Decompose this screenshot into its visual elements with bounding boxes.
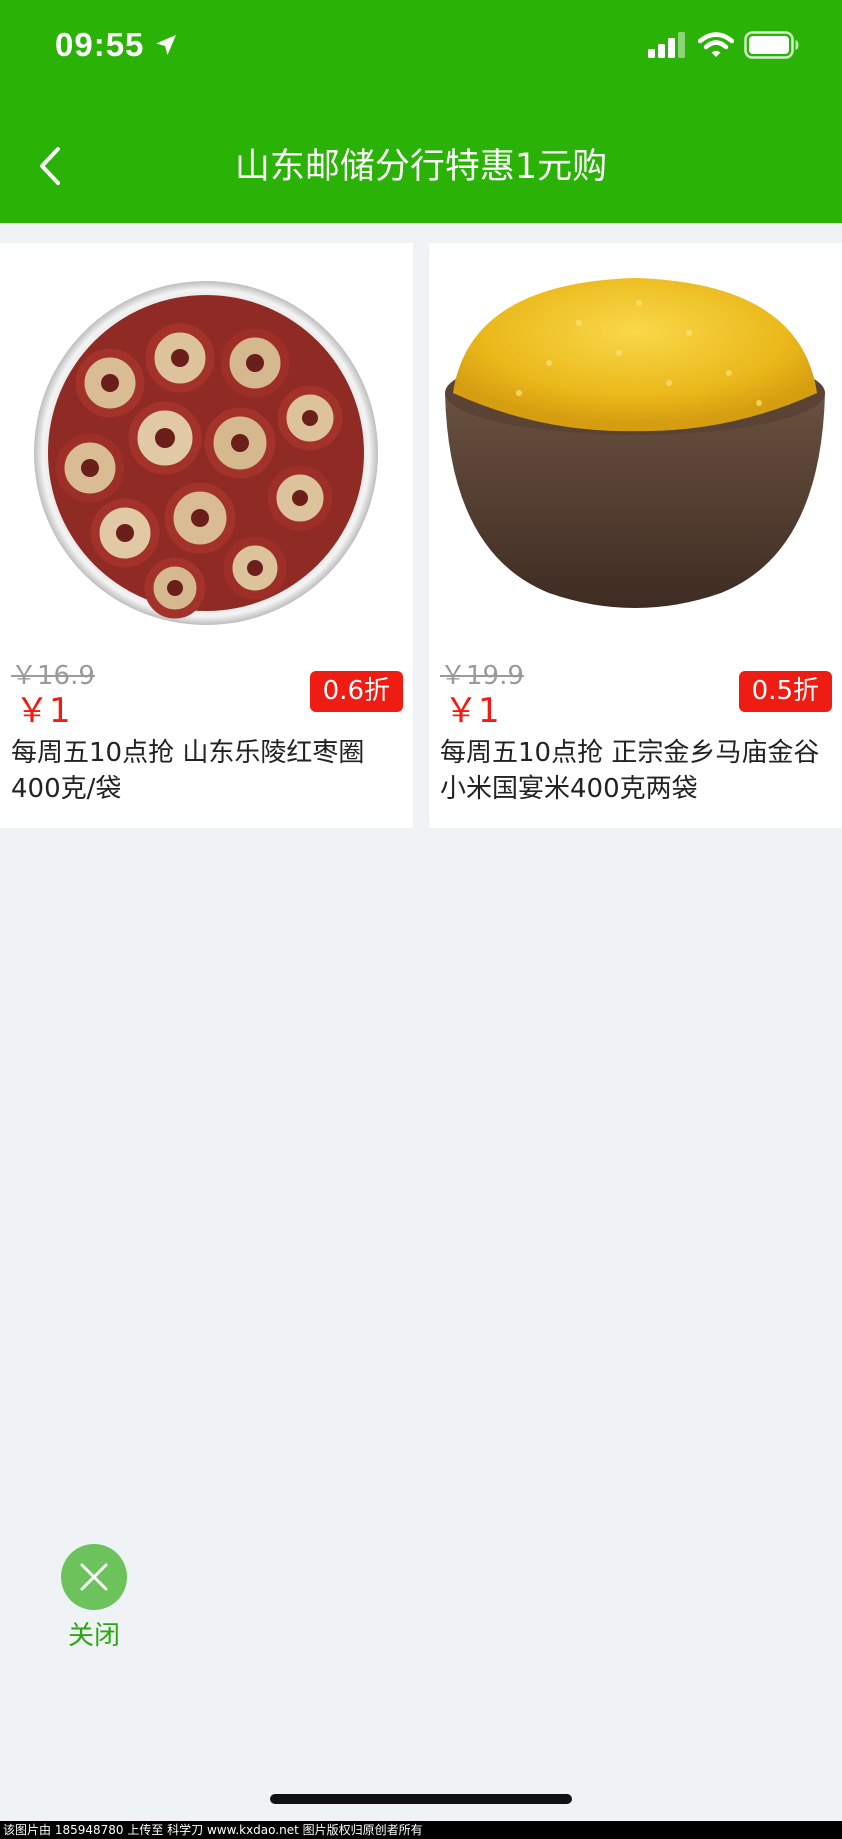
header-bar: 09:55 山东邮储分行特惠1元购 [0,0,842,223]
product-card[interactable]: ￥19.9 ￥1 0.5折 每周五10点抢 正宗金乡马庙金谷小米国宴米400克两… [429,243,842,828]
close-button[interactable] [61,1544,127,1610]
close-x-icon [80,1563,108,1591]
watermark-text: 该图片由 185948780 上传至 科学刀 www.kxdao.net 图片版… [0,1821,842,1839]
signal-icon [648,32,685,58]
product-image-millet [445,278,825,608]
sale-price: ￥1 [444,691,500,731]
battery-icon [744,31,799,59]
page-title: 山东邮储分行特惠1元购 [234,147,608,187]
product-name: 每周五10点抢 正宗金乡马庙金谷小米国宴米400克两袋 [440,738,820,804]
product-card[interactable]: ￥16.9 ￥1 0.6折 每周五10点抢 山东乐陵红枣圈400克/袋 [0,243,413,828]
home-indicator[interactable] [270,1794,572,1804]
close-label[interactable]: 关闭 [56,1615,132,1652]
status-time: 09:55 [55,26,145,63]
discount-badge: 0.6折 [309,671,403,712]
location-arrow-icon [156,35,176,55]
product-image-red-dates [34,281,378,625]
sale-price: ￥1 [15,691,71,731]
wifi-icon [698,32,734,57]
discount-badge: 0.5折 [738,671,832,712]
app-screen: 09:55 山东邮储分行特惠1元购 ￥16.9 ￥1 0.6折 每周五10点抢 … [0,0,842,1839]
product-name: 每周五10点抢 山东乐陵红枣圈400克/袋 [11,738,365,804]
